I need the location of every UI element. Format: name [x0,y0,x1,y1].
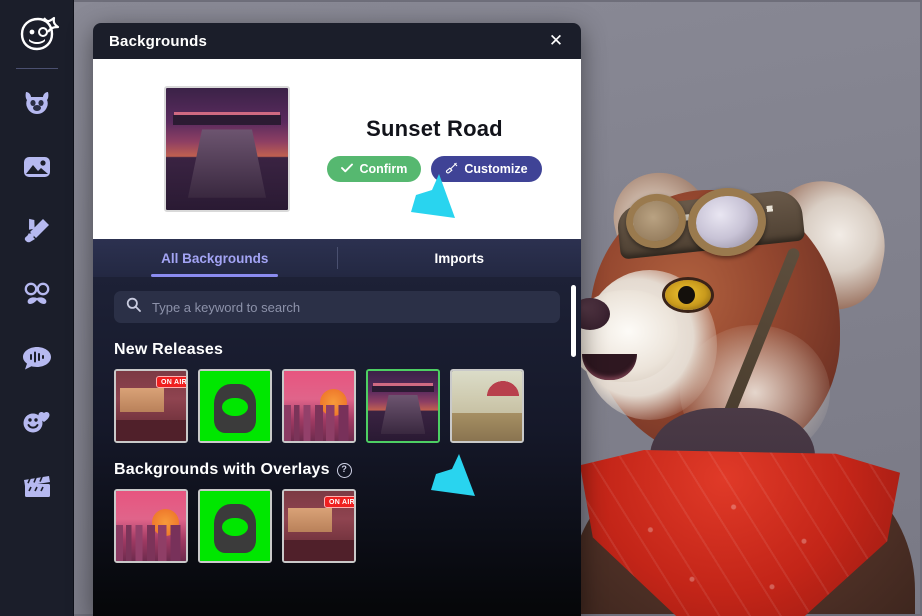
sidebar-item-scenes[interactable] [12,461,62,511]
check-icon [341,162,354,176]
avatar-pupil [678,286,695,304]
smiley-heart-emotes-icon [22,409,52,435]
preview-info: Sunset Road Confirm Customize [298,116,571,182]
section-title-backgrounds-with-overlays: Backgrounds with Overlays ? [93,461,581,479]
section-grid-backgrounds-with-overlays: ON AIR [93,489,581,563]
red-panda-avatar-icon [22,89,52,117]
sidebar-item-props[interactable] [12,269,62,319]
search-input[interactable] [150,298,548,316]
app-root: Backgrounds ✕ Sunset Road Confirm Custom… [0,0,922,616]
search-box[interactable] [114,291,560,323]
section-label: Backgrounds with Overlays [114,461,330,478]
background-thumbnail[interactable]: ON AIR [114,369,188,443]
section-title-new-releases: New Releases [93,341,581,359]
on-air-badge: ON AIR [155,376,186,388]
sidebar [0,0,74,616]
background-thumbnail[interactable] [198,369,272,443]
thumbnail-art [200,371,270,441]
vertical-scrollbar[interactable] [571,285,576,357]
confirm-button-label: Confirm [359,162,408,176]
sidebar-divider [16,68,58,69]
background-thumbnail[interactable] [282,369,356,443]
sidebar-item-voice[interactable] [12,333,62,383]
section-label: New Releases [114,341,224,358]
backgrounds-dialog: Backgrounds ✕ Sunset Road Confirm Custom… [93,23,581,616]
selected-background-preview: Sunset Road Confirm Customize [93,59,581,239]
background-thumbnail[interactable] [114,489,188,563]
speech-bubble-voice-icon [22,345,52,371]
app-logo[interactable] [11,8,63,60]
help-circle-icon[interactable]: ? [336,462,352,478]
sidebar-item-customize[interactable] [12,206,62,256]
sidebar-item-avatars[interactable] [12,78,62,128]
background-thumbnail-selected[interactable] [366,369,440,443]
backgrounds-panel: New Releases ON AIR [93,277,581,616]
thumbnail-art [200,491,270,561]
preview-actions: Confirm Customize [327,156,542,182]
customize-button-label: Customize [464,162,528,176]
dialog-titlebar: Backgrounds ✕ [93,23,581,59]
background-name: Sunset Road [366,116,503,141]
tab-all-backgrounds[interactable]: All Backgrounds [93,239,337,277]
background-thumbnail[interactable] [198,489,272,563]
thumbnail-art [452,371,522,441]
background-thumbnail[interactable] [450,369,524,443]
preview-thumbnail [164,86,290,212]
tab-imports[interactable]: Imports [338,239,582,277]
sidebar-item-emotes[interactable] [12,397,62,447]
glasses-mustache-props-icon [22,281,52,307]
search-wrapper [93,277,581,323]
brush-pencil-customize-icon [22,217,52,245]
sidebar-item-backgrounds[interactable] [12,142,62,192]
on-air-badge: ON AIR [323,496,354,508]
background-thumbnail[interactable]: ON AIR [282,489,356,563]
thumbnail-art [116,491,186,561]
image-backgrounds-icon [22,154,52,180]
clapperboard-scenes-icon [22,473,52,499]
confirm-button[interactable]: Confirm [327,156,422,182]
brush-icon [445,162,458,177]
section-grid-new-releases: ON AIR [93,369,581,443]
dialog-tabs: All Backgrounds Imports [93,239,581,277]
customize-button[interactable]: Customize [431,156,542,182]
dialog-title: Backgrounds [109,32,208,50]
close-icon[interactable]: ✕ [543,28,569,54]
thumbnail-art [284,371,354,441]
search-icon [126,297,141,317]
thumbnail-art [368,371,438,441]
preview-thumbnail-art [166,88,288,210]
